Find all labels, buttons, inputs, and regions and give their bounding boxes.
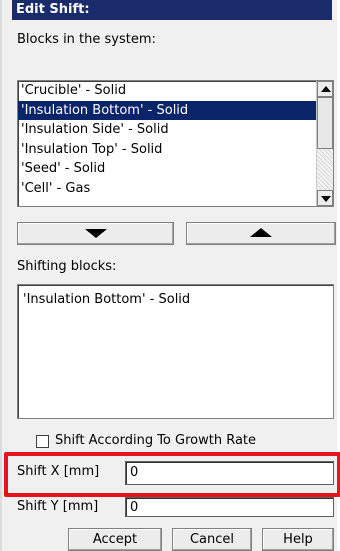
scroll-track[interactable] <box>317 149 333 190</box>
block-item-insulation-side[interactable]: 'Insulation Side' - Solid <box>18 120 333 140</box>
arrow-down-icon <box>84 229 107 238</box>
scroll-down-button[interactable] <box>317 190 333 206</box>
accept-button[interactable]: Accept <box>68 528 162 551</box>
shifting-blocks-label: Shifting blocks: <box>17 259 117 274</box>
growth-rate-checkbox[interactable] <box>36 435 49 448</box>
cancel-button[interactable]: Cancel <box>172 528 252 551</box>
block-item-insulation-bottom[interactable]: 'Insulation Bottom' - Solid <box>18 100 333 120</box>
block-item-seed[interactable]: 'Seed' - Solid <box>18 159 333 179</box>
block-item-crucible[interactable]: 'Crucible' - Solid <box>18 81 333 101</box>
arrow-up-icon <box>250 228 272 237</box>
scroll-thumb[interactable] <box>317 97 333 149</box>
scroll-up-button[interactable] <box>317 81 333 97</box>
shift-y-label: Shift Y [mm] <box>17 499 99 514</box>
blocks-listbox[interactable]: 'Crucible' - Solid 'Insulation Bottom' -… <box>17 80 334 207</box>
blocks-list: 'Crucible' - Solid 'Insulation Bottom' -… <box>18 81 333 198</box>
blocks-scrollbar[interactable] <box>316 81 333 206</box>
block-item-cell[interactable]: 'Cell' - Gas <box>18 179 333 199</box>
dialog-title: Edit Shift: <box>12 0 332 20</box>
edit-shift-dialog: Edit Shift: Blocks in the system: 'Cruci… <box>0 0 340 551</box>
block-item-insulation-top[interactable]: 'Insulation Top' - Solid <box>18 140 333 160</box>
blocks-in-system-label: Blocks in the system: <box>17 32 156 47</box>
scroll-down-icon <box>321 196 331 202</box>
move-up-button[interactable] <box>186 222 336 245</box>
move-down-button[interactable] <box>17 222 174 245</box>
shift-y-input[interactable]: 0 <box>125 497 334 517</box>
shifting-item-insulation-bottom[interactable]: 'Insulation Bottom' - Solid <box>18 290 333 310</box>
shifting-blocks-listbox[interactable]: 'Insulation Bottom' - Solid <box>17 284 334 419</box>
shift-x-highlight-box <box>4 452 340 497</box>
growth-rate-label: Shift According To Growth Rate <box>55 433 257 448</box>
scroll-up-icon <box>321 86 331 92</box>
help-button[interactable]: Help <box>262 528 334 551</box>
